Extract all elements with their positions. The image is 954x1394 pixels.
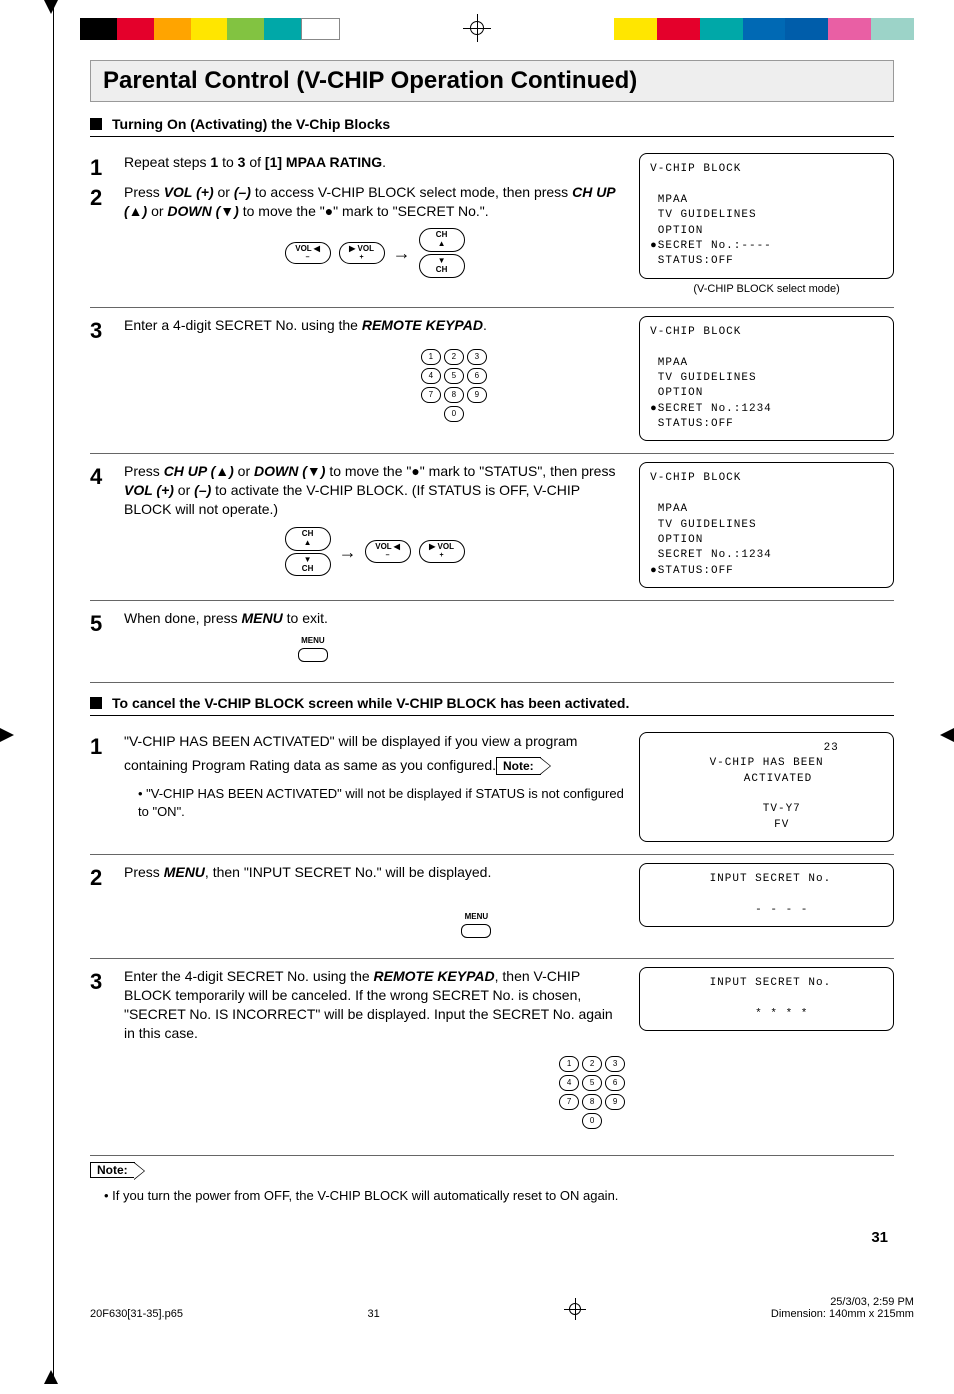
- key-6[interactable]: 6: [467, 368, 487, 384]
- step-number: 2: [90, 183, 110, 286]
- step-text: "V-CHIP HAS BEEN ACTIVATED" will be disp…: [124, 732, 625, 826]
- bullet-icon: [90, 697, 102, 709]
- step-text: Repeat steps 1 to 3 of [1] MPAA RATING.: [124, 153, 386, 183]
- step-text: Press CH UP (▲) or DOWN (▼) to move the …: [124, 462, 625, 584]
- page-number: 31: [90, 1209, 894, 1246]
- key-8[interactable]: 8: [582, 1094, 602, 1110]
- step: 1"V-CHIP HAS BEEN ACTIVATED" will be dis…: [90, 724, 894, 855]
- crop-arrow-bottom: [44, 1370, 58, 1384]
- note-text: • "V-CHIP HAS BEEN ACTIVATED" will not b…: [138, 785, 625, 820]
- vol-button[interactable]: VOL ◀–: [285, 242, 331, 264]
- section-activating: Turning On (Activating) the V-Chip Block…: [90, 112, 894, 137]
- step-number: 5: [90, 609, 110, 670]
- osd-display: V-CHIP BLOCK MPAA TV GUIDELINES OPTION ●…: [639, 153, 894, 279]
- key-7[interactable]: 7: [559, 1094, 579, 1110]
- key-1[interactable]: 1: [421, 349, 441, 365]
- ch-down-button[interactable]: ▼CH: [285, 553, 331, 577]
- step-number: 3: [90, 316, 110, 436]
- key-5[interactable]: 5: [582, 1075, 602, 1091]
- key-6[interactable]: 6: [605, 1075, 625, 1091]
- step-text: Press VOL (+) or (–) to access V-CHIP BL…: [124, 183, 625, 286]
- key-0[interactable]: 0: [444, 406, 464, 422]
- ch-up-button[interactable]: CH▲: [285, 527, 331, 551]
- step-text: Enter a 4-digit SECRET No. using the REM…: [124, 316, 487, 436]
- key-4[interactable]: 4: [559, 1075, 579, 1091]
- step-number: 1: [90, 153, 110, 183]
- step-text: Enter the 4-digit SECRET No. using the R…: [124, 967, 625, 1144]
- vol-button[interactable]: ▶ VOL+: [339, 242, 385, 264]
- step-number: 3: [90, 967, 110, 1144]
- osd-display: V-CHIP BLOCK MPAA TV GUIDELINES OPTION ●…: [639, 316, 894, 442]
- remote-keypad: 123 456 7890: [421, 349, 487, 422]
- menu-button[interactable]: MENU: [298, 636, 328, 662]
- footer-page: 31: [368, 1308, 380, 1320]
- key-9[interactable]: 9: [467, 387, 487, 403]
- key-0[interactable]: 0: [582, 1113, 602, 1129]
- key-4[interactable]: 4: [421, 368, 441, 384]
- footer-dimension: Dimension: 140mm x 215mm: [771, 1308, 914, 1320]
- bullet-icon: [90, 118, 102, 130]
- step-text: Press MENU, then "INPUT SECRET No." will…: [124, 863, 491, 946]
- key-8[interactable]: 8: [444, 387, 464, 403]
- ch-up-button[interactable]: CH▲: [419, 228, 465, 252]
- note-label: Note:: [90, 1162, 135, 1178]
- arrow-right-icon: →: [339, 540, 357, 564]
- section-activating-label: Turning On (Activating) the V-Chip Block…: [112, 116, 390, 132]
- step: 5When done, press MENU to exit. MENU: [90, 601, 894, 683]
- step-text: When done, press MENU to exit. MENU: [124, 609, 328, 670]
- osd-display: V-CHIP BLOCK MPAA TV GUIDELINES OPTION S…: [639, 462, 894, 588]
- ch-down-button[interactable]: ▼CH: [419, 254, 465, 278]
- footer: 20F630[31-35].p65 31 25/3/03, 2:59 PM Di…: [0, 1266, 954, 1330]
- section-cancel-label: To cancel the V-CHIP BLOCK screen while …: [112, 695, 629, 711]
- remote-keypad: 123 456 7890: [559, 1056, 625, 1129]
- step-number: 4: [90, 462, 110, 584]
- osd-display: INPUT SECRET No. - - - -: [639, 863, 894, 927]
- menu-button[interactable]: MENU: [461, 912, 491, 938]
- registration-crosshair-bottom: [564, 1298, 586, 1320]
- key-1[interactable]: 1: [559, 1056, 579, 1072]
- page-title: Parental Control (V-CHIP Operation Conti…: [90, 60, 894, 102]
- key-2[interactable]: 2: [444, 349, 464, 365]
- final-note: • If you turn the power from OFF, the V-…: [104, 1188, 894, 1203]
- key-7[interactable]: 7: [421, 387, 441, 403]
- step: 3Enter a 4-digit SECRET No. using the RE…: [90, 308, 894, 455]
- footer-file: 20F630[31-35].p65: [90, 1308, 183, 1320]
- section-cancel: To cancel the V-CHIP BLOCK screen while …: [90, 691, 894, 716]
- osd-display: INPUT SECRET No. * * * *: [639, 967, 894, 1031]
- vol-button[interactable]: VOL ◀–: [365, 540, 411, 562]
- step-number: 2: [90, 863, 110, 946]
- key-9[interactable]: 9: [605, 1094, 625, 1110]
- key-3[interactable]: 3: [467, 349, 487, 365]
- key-2[interactable]: 2: [582, 1056, 602, 1072]
- note-label: Note:: [496, 757, 541, 775]
- arrow-right-icon: →: [393, 241, 411, 265]
- vol-button[interactable]: ▶ VOL+: [419, 540, 465, 562]
- step: 4Press CH UP (▲) or DOWN (▼) to move the…: [90, 454, 894, 601]
- step: 3Enter the 4-digit SECRET No. using the …: [90, 959, 894, 1157]
- footer-datetime: 25/3/03, 2:59 PM: [830, 1296, 914, 1308]
- step: 1 Repeat steps 1 to 3 of [1] MPAA RATING.…: [90, 145, 894, 308]
- step-number: 1: [90, 732, 110, 826]
- osd-display: 23 V-CHIP HAS BEEN ACTIVATED TV-Y7 FV: [639, 732, 894, 842]
- key-5[interactable]: 5: [444, 368, 464, 384]
- step: 2Press MENU, then "INPUT SECRET No." wil…: [90, 855, 894, 959]
- key-3[interactable]: 3: [605, 1056, 625, 1072]
- osd-caption: (V-CHIP BLOCK select mode): [639, 283, 894, 295]
